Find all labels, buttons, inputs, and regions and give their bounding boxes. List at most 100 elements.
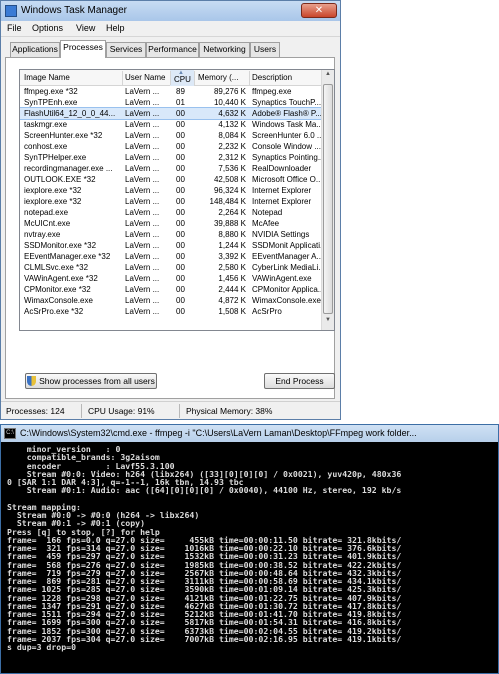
process-memory: 2,580 K [218, 263, 246, 272]
column-cpu[interactable]: CPU [174, 75, 194, 84]
process-row[interactable]: WimaxConsole.exe LaVern ... 00 4,872 K Wimax… [20, 295, 322, 306]
process-description: NVIDIA Settings [252, 230, 310, 239]
close-button[interactable]: ✕ [301, 3, 337, 18]
process-cpu: 00 [176, 296, 185, 305]
menu-view[interactable]: View [76, 23, 95, 33]
process-name: taskmgr.exe [24, 120, 68, 129]
status-cpu-usage: CPU Usage: 91% [88, 406, 155, 416]
console-line: frame= 2037 fps=304 q=27.0 size= 7007kB … [7, 633, 402, 644]
process-user: LaVern ... [125, 197, 160, 206]
process-description: VAWinAgent.exe [252, 274, 312, 283]
tab-users[interactable]: Users [250, 42, 280, 57]
process-row[interactable]: CLMLSvc.exe *32 LaVern ... 00 2,580 K CyberL… [20, 262, 322, 273]
process-name: EEventManager.exe *32 [24, 252, 111, 261]
process-description: ScreenHunter 6.0 ... [252, 131, 322, 140]
column-image-name[interactable]: Image Name [24, 73, 122, 82]
process-cpu: 00 [176, 285, 185, 294]
process-row[interactable]: OUTLOOK.EXE *32 LaVern ... 00 42,508 K Micro… [20, 174, 322, 185]
show-all-processes-label: Show processes from all users [39, 376, 155, 386]
process-row[interactable]: ffmpeg.exe *32 LaVern ... 89 89,276 K ffmpeg… [20, 86, 322, 97]
process-row[interactable]: taskmgr.exe LaVern ... 00 4,132 K Windows Ta… [20, 119, 322, 130]
process-name: conhost.exe [24, 142, 68, 151]
process-cpu: 00 [176, 186, 185, 195]
vertical-scrollbar[interactable]: ▲ ▼ [321, 70, 334, 330]
scroll-up-icon[interactable]: ▲ [323, 71, 333, 83]
column-separator[interactable] [170, 71, 171, 85]
process-description: CyberLink MediaLi... [252, 263, 322, 272]
tab-networking[interactable]: Networking [199, 42, 250, 57]
process-row[interactable]: iexplore.exe *32 LaVern ... 00 148,484 K Int… [20, 196, 322, 207]
process-row[interactable]: FlashUtil64_12_0_0_44... LaVern ... 00 4,63… [20, 107, 323, 120]
process-memory: 2,264 K [218, 208, 246, 217]
process-memory: 4,872 K [218, 296, 246, 305]
menu-file[interactable]: File [7, 23, 22, 33]
process-row[interactable]: CPMonitor.exe *32 LaVern ... 00 2,444 K CPMo… [20, 284, 322, 295]
process-row[interactable]: SynTPHelper.exe LaVern ... 00 2,312 K Synapt… [20, 152, 322, 163]
process-user: LaVern ... [125, 153, 160, 162]
process-user: LaVern ... [125, 274, 160, 283]
process-name: ScreenHunter.exe *32 [24, 131, 103, 140]
process-name: CPMonitor.exe *32 [24, 285, 91, 294]
console-output[interactable]: minor_version : 0 compatible_brands: 3g2… [7, 445, 498, 652]
column-separator[interactable] [122, 71, 123, 85]
process-memory: 39,888 K [213, 219, 246, 228]
process-row[interactable]: notepad.exe LaVern ... 00 2,264 K Notepad [20, 207, 322, 218]
menu-help[interactable]: Help [106, 23, 125, 33]
process-description: SSDMonit Applicati... [252, 241, 322, 250]
process-row[interactable]: McUICnt.exe LaVern ... 00 39,888 K McAfee [20, 218, 322, 229]
cmd-icon: C:\ [4, 428, 16, 439]
process-user: LaVern ... [125, 241, 160, 250]
process-row[interactable]: nvtray.exe LaVern ... 00 8,880 K NVIDIA Sett… [20, 229, 322, 240]
process-row[interactable]: ScreenHunter.exe *32 LaVern ... 00 8,084 K S… [20, 130, 322, 141]
column-description[interactable]: Description [252, 73, 322, 82]
show-all-processes-button[interactable]: Show processes from all users [25, 373, 157, 389]
process-row[interactable]: conhost.exe LaVern ... 00 2,232 K Console Wi… [20, 141, 322, 152]
column-memory[interactable]: Memory (... [198, 73, 248, 82]
process-name: VAWinAgent.exe *32 [24, 274, 98, 283]
column-user-name[interactable]: User Name [125, 73, 170, 82]
column-separator[interactable] [249, 71, 250, 85]
tab-performance[interactable]: Performance [146, 42, 199, 57]
status-processes: Processes: 124 [6, 406, 65, 416]
scroll-thumb[interactable] [323, 84, 333, 314]
task-manager-window: Windows Task Manager ✕ File Options View… [0, 0, 341, 420]
process-row[interactable]: EEventManager.exe *32 LaVern ... 00 3,392 K… [20, 251, 322, 262]
process-user: LaVern ... [125, 120, 160, 129]
scroll-down-icon[interactable]: ▼ [323, 317, 333, 329]
process-memory: 2,444 K [218, 285, 246, 294]
process-list[interactable]: ▲ Image Name User Name CPU Memory (... D… [19, 69, 335, 331]
process-name: CLMLSvc.exe *32 [24, 263, 89, 272]
tab-processes[interactable]: Processes [60, 40, 106, 58]
process-cpu: 00 [176, 197, 185, 206]
process-user: LaVern ... [125, 307, 160, 316]
title-bar[interactable]: Windows Task Manager ✕ [1, 1, 340, 21]
column-separator[interactable] [194, 71, 195, 85]
cmd-title-bar[interactable]: C:\ C:\Windows\System32\cmd.exe - ffmpeg… [1, 425, 498, 442]
process-name: WimaxConsole.exe [24, 296, 93, 305]
process-description: AcSrPro [252, 307, 282, 316]
process-user: LaVern ... [125, 186, 160, 195]
process-row[interactable]: SynTPEnh.exe LaVern ... 01 10,440 K Synaptic… [20, 97, 322, 108]
menu-options[interactable]: Options [32, 23, 63, 33]
status-bar: Processes: 124 CPU Usage: 91% Physical M… [1, 401, 340, 419]
process-rows: ffmpeg.exe *32 LaVern ... 89 89,276 K ffmpeg… [20, 86, 323, 317]
process-cpu: 00 [176, 142, 185, 151]
end-process-button[interactable]: End Process [264, 373, 335, 389]
process-user: LaVern ... [125, 285, 160, 294]
process-row[interactable]: SSDMonitor.exe *32 LaVern ... 00 1,244 K SSD… [20, 240, 322, 251]
console-line: Stream #0:1: Audio: aac ([64][0][0][0] /… [7, 485, 402, 496]
process-name: SynTPEnh.exe [24, 98, 78, 107]
process-user: LaVern ... [125, 142, 160, 151]
process-list-header: ▲ Image Name User Name CPU Memory (... D… [20, 70, 322, 86]
process-row[interactable]: VAWinAgent.exe *32 LaVern ... 00 1,456 K VAW… [20, 273, 322, 284]
process-memory: 1,456 K [218, 274, 246, 283]
process-row[interactable]: iexplore.exe *32 LaVern ... 00 96,324 K Inte… [20, 185, 322, 196]
status-physical-memory: Physical Memory: 38% [186, 406, 273, 416]
process-row[interactable]: recordingmanager.exe ... LaVern ... 00 7,53… [20, 163, 322, 174]
console-line: s dup=3 drop=0 [7, 642, 77, 652]
process-row[interactable]: AcSrPro.exe *32 LaVern ... 00 1,508 K AcSrPr… [20, 306, 322, 317]
tab-services[interactable]: Services [106, 42, 146, 57]
tab-applications[interactable]: Applications [10, 42, 60, 57]
process-memory: 3,392 K [218, 252, 246, 261]
process-cpu: 00 [176, 274, 185, 283]
